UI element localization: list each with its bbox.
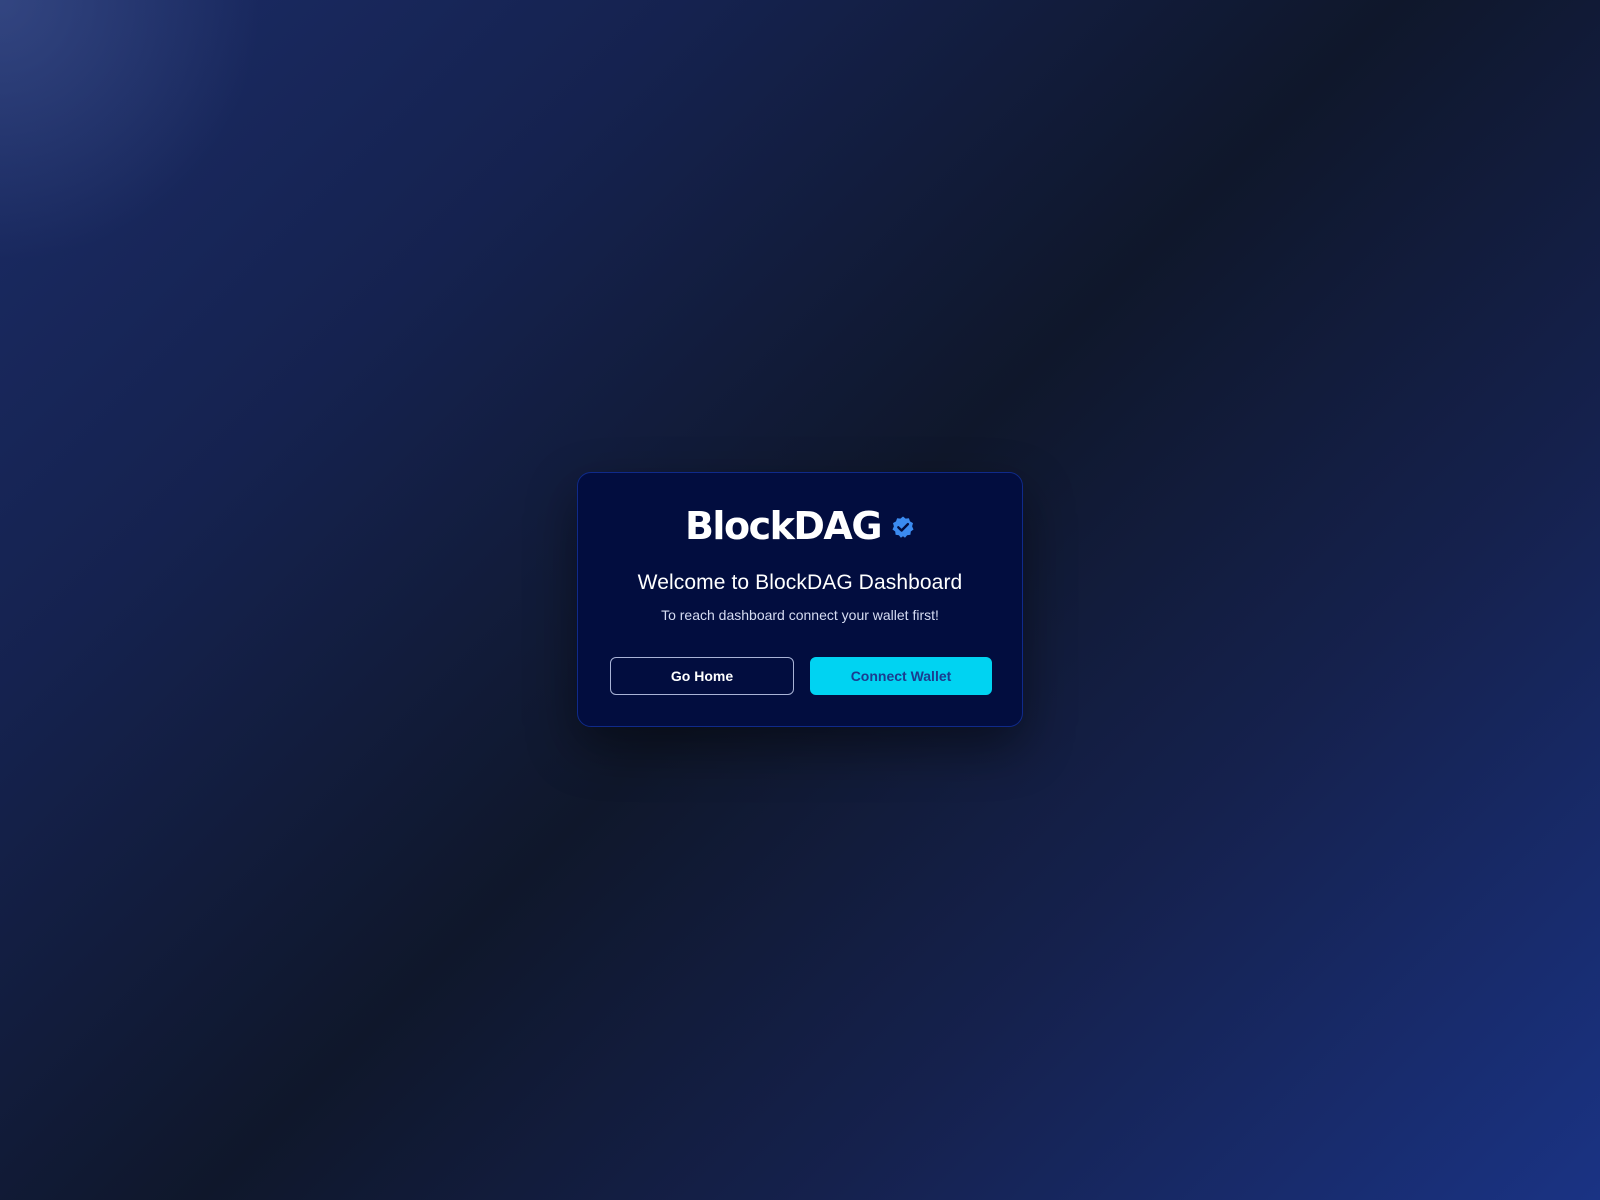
go-home-button[interactable]: Go Home bbox=[610, 657, 794, 695]
modal-title: Welcome to BlockDAG Dashboard bbox=[637, 571, 963, 594]
brand-logo: BlockDAG bbox=[578, 503, 1022, 549]
brand-name: BlockDAG bbox=[684, 504, 883, 548]
connect-wallet-button[interactable]: Connect Wallet bbox=[810, 657, 992, 695]
modal-subtitle: To reach dashboard connect your wallet f… bbox=[661, 607, 939, 623]
connect-wallet-modal: BlockDAG Welcome to BlockDAG Dashboard T… bbox=[577, 472, 1023, 727]
verified-badge-icon bbox=[891, 515, 915, 539]
